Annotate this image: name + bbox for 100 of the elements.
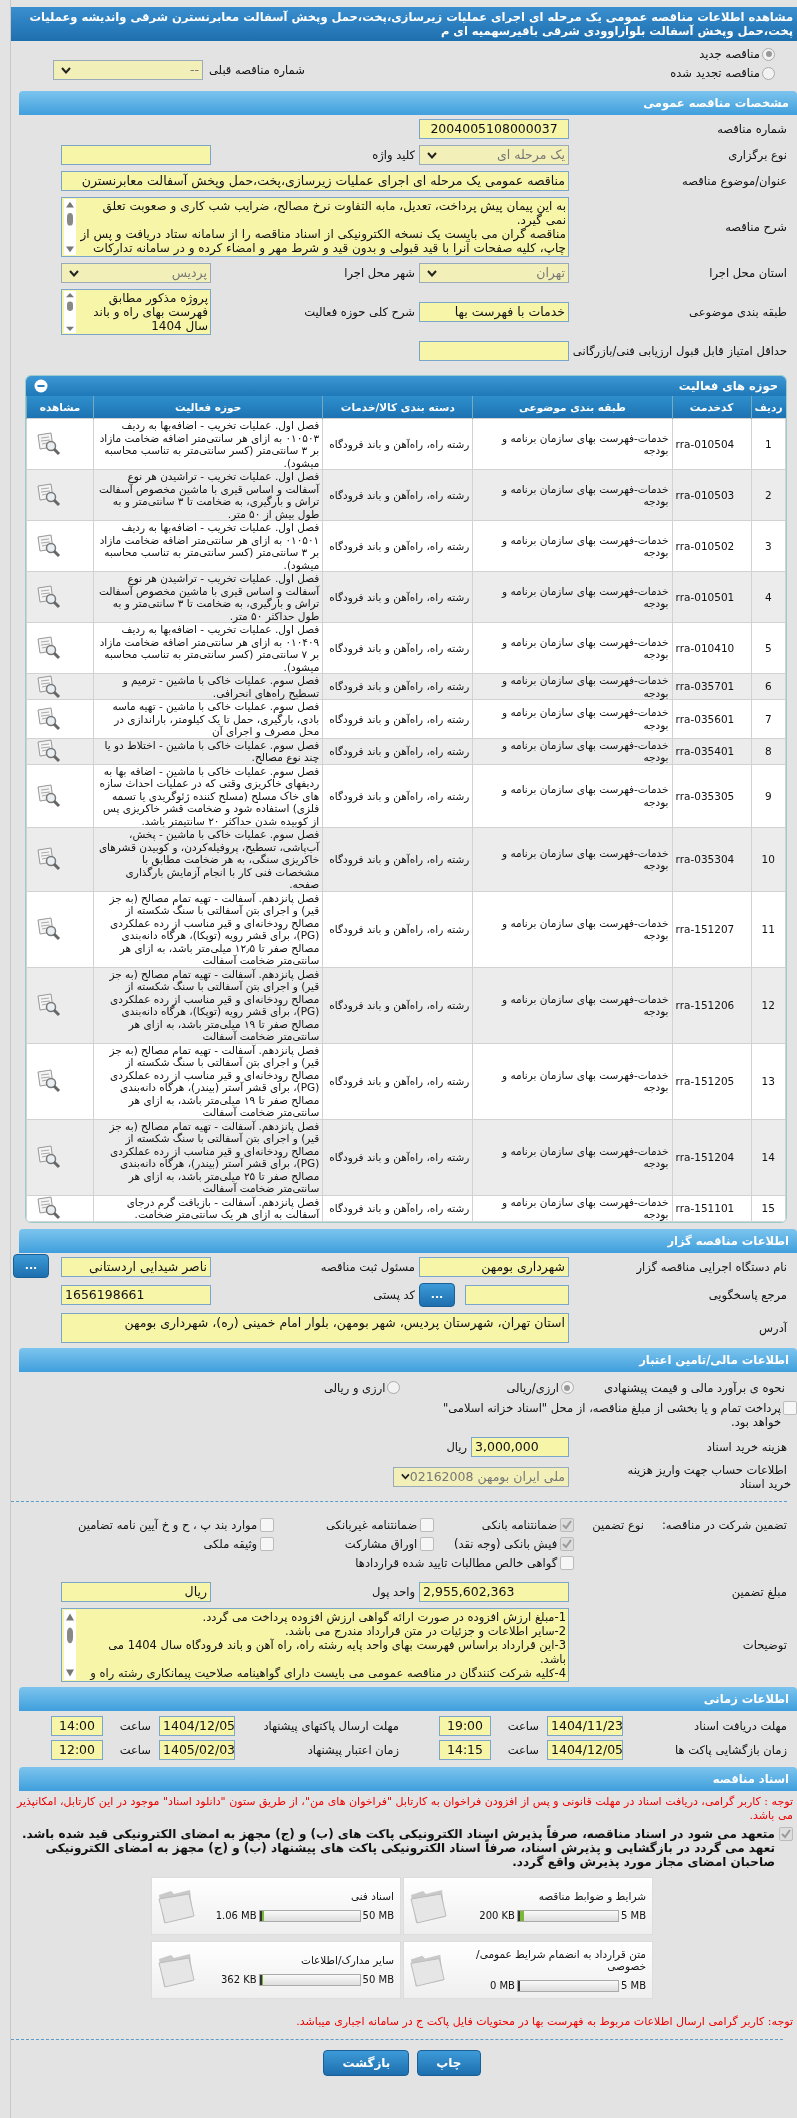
input-field[interactable] (419, 341, 569, 361)
column-header: دسته بندی کالا/خدمات (322, 396, 473, 419)
view-icon[interactable] (35, 1145, 61, 1169)
checkbox[interactable] (420, 1517, 435, 1532)
input-field[interactable]: ریال (61, 1581, 211, 1602)
input-field[interactable]: ناصر شیدایی اردستانی (61, 1256, 211, 1277)
view-icon[interactable] (35, 847, 61, 872)
text-area[interactable]: 1-مبلغ ارزش افزوده در صورت ارائه گواهی ارزش افزوده پرداخت می گردد. 2-سایر اطلاعات و جزئیات در متن قرارداد مندرج می باشد. 3-این قرارداد براساس فهرست بهای واحد پایه رشته راه، راه آهن و باند فرودگاه سال 1404 می باشد. 4-کلیه شرکت کنندگان در مناقصه عمومی می بایست دارای گواهینامه صلاحیت پیمانکاری رشته راه و (61, 1607, 569, 1682)
field-label: شهر محل اجرا (344, 266, 416, 280)
radio-button[interactable] (762, 66, 775, 80)
field-label: مهلت ارسال پاکتهای پیشنهاد (262, 1718, 399, 1733)
view-icon[interactable] (35, 674, 61, 699)
view-icon[interactable] (35, 783, 61, 808)
file-name: سایر مدارک/اطلاعات (301, 1953, 394, 1966)
checkbox[interactable] (783, 1400, 797, 1415)
table-cell: 12 (751, 967, 786, 1043)
table-cell: rra-010502 (672, 520, 752, 572)
dropdown[interactable]: پردیس (61, 263, 211, 283)
table-cell: rra-010410 (672, 622, 752, 674)
view-icon[interactable] (35, 534, 61, 558)
view-icon[interactable] (35, 1196, 61, 1220)
table-cell: رشته راه، راه‌آهن و باند فرودگاه (322, 699, 473, 738)
time-field[interactable]: 14:00 (51, 1715, 103, 1736)
field-label: مهلت دریافت اسناد (693, 1718, 787, 1733)
input-field[interactable]: 2,955,602,363 (419, 1581, 569, 1602)
input-field[interactable]: شهرداری بومهن (419, 1256, 569, 1277)
checkbox[interactable] (779, 1826, 793, 1841)
table-cell: 2 (751, 469, 786, 521)
dropdown[interactable]: تهران (419, 263, 569, 283)
checkbox-label: اوراق مشارکت (344, 1536, 418, 1551)
view-icon[interactable] (35, 739, 61, 763)
scrollbar[interactable] (64, 1609, 76, 1680)
radio-button[interactable] (762, 47, 775, 61)
checkbox[interactable] (560, 1555, 575, 1570)
dropdown[interactable]: -- (53, 60, 203, 80)
input-field[interactable]: خدمات با فهرست بها (419, 302, 569, 322)
field-label: مبلغ تضمین (731, 1584, 788, 1599)
field-label: طبقه بندی موضوعی (689, 305, 788, 319)
table-cell: فصل اول. عملیات تخریب - اضافه‌بها به ردیف ۰۱۰۵۰۳ به ازای هر سانتی‌متر اضافه ضخامت مازاد بر ۳ سانتی‌متر (کسر سانتی‌متر به تناسب محاسبه میشود). (93, 418, 323, 470)
view-icon[interactable] (35, 636, 61, 660)
view-icon[interactable] (35, 706, 61, 731)
table-cell: فصل اول. عملیات تخریب - اضافه‌بها به ردیف ۰۱۰۴۰۹ به ازای هر سانتی‌متر اضافه ضخامت مازاد بر ۷ سانتی‌متر (کسر سانتی‌متر به تناسب محاسبه میشود). (93, 622, 323, 674)
input-field[interactable] (61, 145, 211, 165)
radio-button[interactable] (560, 1381, 574, 1394)
view-icon[interactable] (35, 585, 61, 609)
table-cell: فصل اول. عملیات تخریب - اضافه‌بها به ردیف ۰۱۰۵۰۱ به ازای هر سانتی‌متر اضافه ضخامت مازاد بر ۳ سانتی‌متر (کسر سانتی‌متر به تناسب محاسبه میشود). (93, 520, 323, 572)
file-size: 1.06 MB (215, 1910, 257, 1921)
table-cell: فصل پانزدهم. آسفالت - تهیه تمام مصالح (به جز قیر) و اجرای بتن آسفالتی با سنگ شکسته از مصالح رودخانه‌ای و قیر مناسب از رده عملکردی (PG)، برای قشر رویه (توپکا)، هرگاه دانه‌بندی مصالح صفر تا ۱۲٫۵ میلی‌متر باشد، به ازای هر سانتی‌متر ضخامت آسفالت (93, 891, 323, 967)
checkbox[interactable] (420, 1536, 435, 1551)
table-cell: 5 (751, 622, 786, 674)
date-field[interactable]: 1405/02/03 (159, 1739, 235, 1760)
view-icon[interactable] (35, 1069, 61, 1093)
view-icon[interactable] (35, 917, 61, 941)
date-field[interactable]: 1404/12/05 (547, 1739, 623, 1760)
browse-button[interactable]: ... (13, 1253, 49, 1278)
input-field[interactable]: استان تهران، شهرستان پردیس، شهر بومهن، بلوار امام خمینی (ره)، شهرداری بومهن (61, 1312, 569, 1343)
date-field[interactable]: 1404/12/05 (159, 1715, 235, 1736)
table-cell: فصل پانزدهم. آسفالت - تهیه تمام مصالح (به جز قیر) و اجرای بتن آسفالتی با سنگ شکسته از مصالح رودخانه‌ای و قیر مناسب از رده عملکردی (PG)، برای قشر رویه (توپکا)، هرگاه دانه‌بندی مصالح صفر تا ۱۹ میلی‌متر باشد، به ازای هر سانتی‌متر ضخامت آسفالت (93, 967, 323, 1043)
checkbox[interactable] (560, 1517, 575, 1532)
dropdown[interactable]: یک مرحله ای (419, 145, 569, 165)
collapse-icon[interactable] (34, 379, 48, 393)
chevron-icon (61, 66, 71, 74)
radio-button[interactable] (387, 1381, 401, 1394)
table-cell: rra-010504 (672, 418, 752, 470)
table-cell: rra-035601 (672, 699, 752, 738)
browse-button[interactable]: ... (419, 1282, 455, 1307)
scrollbar[interactable] (64, 199, 76, 255)
table-cell: rra-035305 (672, 764, 752, 828)
table-cell: فصل سوم. عملیات خاکی با ماشین - اضافه بها به ردیفهای خاکریزی وقتی که در عملیات احداث سازه های خاک مسلح (مسلح کننده ژئوگریدی یا تسمه فلزی) استفاده شود و ضخامت قشر خاکریزی پس از کوبیده شدن حداکثر ۲۰ سانتیمتر باشد. (93, 764, 323, 828)
table-cell: 4 (751, 571, 786, 623)
text-area[interactable]: پروژه مذکور مطابق فهرست بهای راه و باند سال 1404 (61, 289, 211, 335)
input-field[interactable]: 1656198661 (61, 1284, 211, 1305)
view-icon[interactable] (35, 483, 61, 507)
scrollbar[interactable] (64, 291, 76, 333)
view-icon[interactable] (35, 432, 61, 456)
checkbox[interactable] (560, 1536, 575, 1551)
checkbox-label: فیش بانکی (وجه نقد) (453, 1536, 558, 1551)
date-field[interactable]: 1404/11/23 (547, 1715, 623, 1736)
table-cell: 13 (751, 1043, 786, 1119)
text-area[interactable]: به این پیمان پیش پرداخت، تعدیل، مابه التفاوت نرخ مصالح، ضرایب شب کاری و صعوبت تعلق نمی گیرد. مناقصه گران می بایست یک نسخه الکترونیکی از اسناد مناقصه را از سامانه ستاد دریافت و پس از چاپ، کلیه صفحات آنرا با قید قبولی و بدون قید و شرط مهر و امضاء کرده و در سامانه تدارکات (61, 197, 569, 257)
action-button[interactable]: چاپ (417, 2049, 481, 2076)
table-cell: rra-151206 (672, 967, 752, 1043)
input-field[interactable]: 3,000,000 (471, 1436, 569, 1457)
input-field[interactable]: 2004005108000037 (419, 119, 569, 139)
field-label: تضمین شرکت در مناقصه: (661, 1517, 787, 1532)
table-cell: 8 (751, 738, 786, 764)
table-cell: خدمات-فهرست بهای سازمان برنامه و بودجه (472, 699, 673, 738)
time-field[interactable]: 12:00 (51, 1739, 103, 1760)
checkbox[interactable] (260, 1536, 275, 1551)
time-field[interactable]: 14:15 (439, 1739, 491, 1760)
field-label: واحد پول (371, 1584, 416, 1599)
dropdown[interactable]: ملی ایران بومهن 02162008 (393, 1466, 569, 1487)
time-field[interactable]: 19:00 (439, 1715, 491, 1736)
action-button[interactable]: بازگشت (323, 2049, 410, 2076)
input-field[interactable] (465, 1284, 569, 1305)
table-cell: خدمات-فهرست بهای سازمان برنامه و بودجه (472, 891, 673, 967)
view-icon[interactable] (35, 993, 61, 1017)
table-cell: رشته راه، راه‌آهن و باند فرودگاه (322, 673, 473, 700)
checkbox[interactable] (260, 1517, 275, 1532)
input-field[interactable]: مناقصه عمومی یک مرحله ای اجرای عملیات زیرسازی،پخت،حمل وپخش آسفالت معابرنسترن (61, 171, 569, 191)
